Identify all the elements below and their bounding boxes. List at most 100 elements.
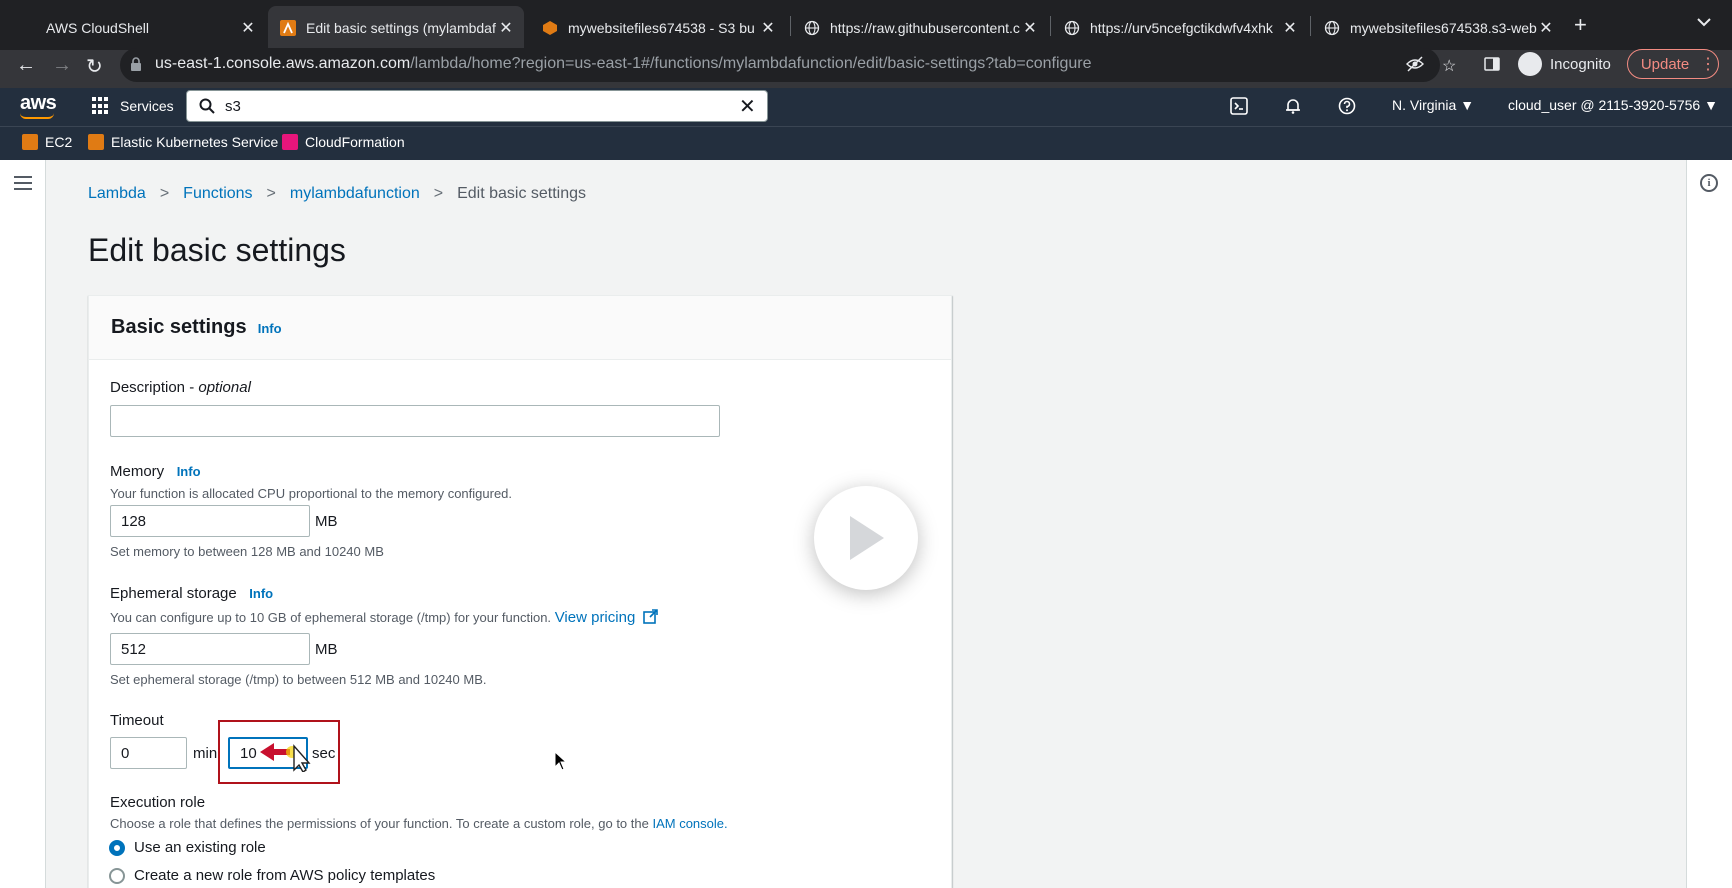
caret-down-icon: ▼ xyxy=(1460,97,1475,113)
s3-icon xyxy=(542,20,558,36)
chevron-right-icon: > xyxy=(433,185,444,202)
clear-icon[interactable]: ✕ xyxy=(739,94,756,119)
tab-s3-bucket[interactable]: mywebsitefiles674538 - S3 bu ✕ xyxy=(530,6,786,50)
tab-separator xyxy=(1310,16,1311,36)
ephemeral-hint: Set ephemeral storage (/tmp) to between … xyxy=(110,672,487,687)
tab-separator xyxy=(1050,16,1051,36)
globe-icon xyxy=(804,20,820,36)
aws-search-box[interactable]: ✕ xyxy=(186,90,768,122)
tab-aws-cloudshell[interactable]: AWS CloudShell ✕ xyxy=(8,6,266,50)
optional-text: optional xyxy=(198,379,251,396)
reload-icon[interactable]: ↻ xyxy=(86,54,103,79)
tab-github-raw[interactable]: https://raw.githubusercontent.c ✕ xyxy=(792,6,1048,50)
iam-console-link[interactable]: IAM console. xyxy=(652,816,727,831)
tab-title: https://raw.githubusercontent.c xyxy=(830,20,1020,36)
tab-title: mywebsitefiles674538.s3-web xyxy=(1350,20,1537,36)
back-arrow-icon[interactable]: ← xyxy=(16,54,36,77)
timeout-min-input[interactable] xyxy=(110,737,187,769)
breadcrumb-function-name[interactable]: mylambdafunction xyxy=(290,185,420,203)
forward-arrow-icon[interactable]: → xyxy=(52,54,72,77)
close-icon[interactable]: ✕ xyxy=(496,18,516,38)
memory-hint: Set memory to between 128 MB and 10240 M… xyxy=(110,544,384,559)
breadcrumb-current: Edit basic settings xyxy=(457,185,587,202)
mouse-cursor-icon xyxy=(554,751,568,771)
close-icon[interactable]: ✕ xyxy=(1020,18,1040,38)
memory-unit: MB xyxy=(315,513,338,530)
radio-label-existing-role: Use an existing role xyxy=(134,839,266,856)
tab-title: mywebsitefiles674538 - S3 bu xyxy=(568,20,755,36)
services-menu-button[interactable]: Services xyxy=(92,94,174,118)
ephemeral-storage-input[interactable] xyxy=(110,633,310,665)
timeout-sec-unit: sec xyxy=(312,745,336,762)
radio-create-new-role[interactable] xyxy=(109,868,125,884)
memory-label: Memory Info xyxy=(110,463,201,480)
tab-s3-website[interactable]: mywebsitefiles674538.s3-web ✕ xyxy=(1312,6,1564,50)
tab-urv5-url[interactable]: https://urv5ncefgctikdwfv4xhk ✕ xyxy=(1052,6,1308,50)
timeout-label: Timeout xyxy=(110,712,164,729)
memory-input[interactable] xyxy=(110,505,310,537)
tab-title: Edit basic settings (mylambdaf xyxy=(306,20,496,36)
info-link[interactable]: Info xyxy=(258,321,282,336)
execution-role-label: Execution role xyxy=(110,794,206,811)
search-input[interactable] xyxy=(225,95,705,117)
account-menu[interactable]: cloud_user @ 2115-3920-5756 ▼ xyxy=(1508,97,1718,113)
lock-icon[interactable] xyxy=(130,57,142,71)
breadcrumb-lambda[interactable]: Lambda xyxy=(88,185,146,203)
favorite-eks[interactable]: Elastic Kubernetes Service xyxy=(88,134,278,150)
breadcrumb-functions[interactable]: Functions xyxy=(183,185,252,203)
memory-description: Your function is allocated CPU proportio… xyxy=(110,486,513,501)
ephemeral-description: You can configure up to 10 GB of ephemer… xyxy=(110,609,658,626)
search-icon xyxy=(199,98,215,114)
side-panel-icon[interactable] xyxy=(1484,56,1500,77)
tab-title: AWS CloudShell xyxy=(46,20,149,36)
caret-down-icon: ▼ xyxy=(1704,97,1718,113)
radio-use-existing-role[interactable] xyxy=(109,840,125,856)
ec2-icon xyxy=(22,134,38,150)
url-text[interactable]: us-east-1.console.aws.amazon.com/lambda/… xyxy=(155,55,1092,73)
region-selector[interactable]: N. Virginia ▼ xyxy=(1392,97,1474,113)
breadcrumb: Lambda > Functions > mylambdafunction > … xyxy=(88,185,586,203)
memory-info-link[interactable]: Info xyxy=(177,464,201,479)
tab-edit-basic-settings[interactable]: Edit basic settings (mylambdaf ✕ xyxy=(268,6,524,50)
tab-separator xyxy=(790,16,791,36)
view-pricing-link[interactable]: View pricing xyxy=(555,609,636,626)
favorite-label: Elastic Kubernetes Service xyxy=(111,134,279,150)
favorite-ec2[interactable]: EC2 xyxy=(22,134,72,150)
eks-icon xyxy=(88,134,104,150)
pointer-arrow-icon xyxy=(260,743,311,772)
bell-icon[interactable] xyxy=(1281,94,1305,118)
radio-label-new-role: Create a new role from AWS policy templa… xyxy=(134,867,436,884)
help-icon[interactable] xyxy=(1335,94,1359,118)
globe-icon xyxy=(1064,20,1080,36)
favorite-cloudformation[interactable]: CloudFormation xyxy=(282,134,405,150)
menu-icon[interactable] xyxy=(14,176,32,190)
aws-logo[interactable]: aws xyxy=(20,92,57,115)
globe-icon xyxy=(1324,20,1340,36)
ephemeral-storage-label: Ephemeral storage Info xyxy=(110,585,274,602)
close-icon[interactable]: ✕ xyxy=(1536,18,1556,38)
lambda-icon xyxy=(280,20,296,36)
info-icon[interactable]: i xyxy=(1700,174,1718,192)
grid-icon xyxy=(92,97,110,115)
left-nav-rail xyxy=(0,160,46,888)
panel-title: Basic settings Info xyxy=(111,316,282,339)
cloudformation-icon xyxy=(282,134,298,150)
page-title: Edit basic settings xyxy=(88,232,346,268)
incognito-indicator[interactable]: Incognito xyxy=(1518,50,1611,78)
new-tab-icon[interactable]: + xyxy=(1574,12,1587,38)
eye-off-icon[interactable] xyxy=(1406,56,1424,77)
video-play-button[interactable] xyxy=(814,486,918,590)
close-icon[interactable]: ✕ xyxy=(1280,18,1300,38)
favorite-label: CloudFormation xyxy=(305,134,405,150)
ephemeral-info-link[interactable]: Info xyxy=(249,586,273,601)
description-input[interactable] xyxy=(110,405,720,437)
tab-search-chevron-icon[interactable] xyxy=(1697,14,1711,30)
close-icon[interactable]: ✕ xyxy=(238,18,258,38)
account-label: cloud_user @ 2115-3920-5756 xyxy=(1508,97,1701,113)
chevron-right-icon: > xyxy=(159,185,170,202)
cloudshell-icon[interactable] xyxy=(1227,94,1251,118)
more-vert-icon[interactable]: ⋮ xyxy=(1700,54,1716,74)
incognito-label: Incognito xyxy=(1550,55,1611,73)
close-icon[interactable]: ✕ xyxy=(758,18,778,38)
star-icon[interactable]: ☆ xyxy=(1442,56,1456,76)
